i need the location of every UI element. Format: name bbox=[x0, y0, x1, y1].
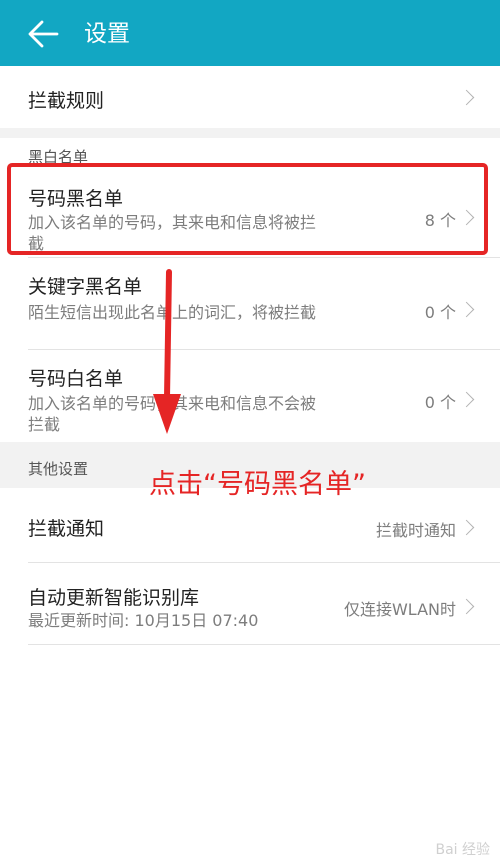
app-bar: 设置 bbox=[0, 0, 500, 66]
watermark: Bai 经验 bbox=[435, 842, 490, 858]
annotation-arrow-icon bbox=[153, 269, 181, 434]
row-title: 拦截规则 bbox=[28, 90, 105, 112]
number-whitelist-row[interactable]: 号码白名单 加入该名单的号码，其来电和信息不会被拦截 0 个 bbox=[0, 350, 500, 442]
row-value: 0 个 bbox=[424, 303, 456, 322]
row-value: 0 个 bbox=[424, 393, 456, 412]
row-value: 拦截时通知 bbox=[375, 521, 456, 540]
row-value: 仅连接WLAN时 bbox=[343, 600, 456, 619]
row-title: 拦截通知 bbox=[28, 518, 105, 540]
auto-update-row[interactable]: 自动更新智能识别库 最近更新时间: 10月15日 07:40 仅连接WLAN时 bbox=[0, 563, 500, 643]
chevron-right-icon bbox=[461, 301, 473, 321]
row-title: 关键字黑名单 bbox=[28, 276, 143, 298]
page-title: 设置 bbox=[84, 21, 130, 47]
back-arrow-icon[interactable] bbox=[26, 19, 60, 49]
row-title: 号码白名单 bbox=[28, 368, 124, 390]
highlight-box bbox=[7, 163, 488, 255]
interception-rules-row[interactable]: 拦截规则 bbox=[0, 66, 500, 128]
empty-area: Bai 经验 bbox=[0, 645, 500, 867]
row-subtitle: 最近更新时间: 10月15日 07:40 bbox=[28, 611, 259, 630]
section-gap bbox=[0, 128, 500, 138]
section-header-lists: 黑白名单 bbox=[0, 138, 500, 166]
chevron-right-icon bbox=[461, 598, 473, 618]
row-title: 自动更新智能识别库 bbox=[28, 587, 200, 609]
chevron-right-icon bbox=[461, 89, 473, 109]
annotation-text: 点击“号码黑名单” bbox=[149, 469, 366, 500]
keyword-blacklist-row[interactable]: 关键字黑名单 陌生短信出现此名单上的词汇，将被拦截 0 个 bbox=[0, 258, 500, 346]
section-title: 其他设置 bbox=[28, 460, 89, 478]
chevron-right-icon bbox=[461, 391, 473, 411]
chevron-right-icon bbox=[461, 519, 473, 539]
